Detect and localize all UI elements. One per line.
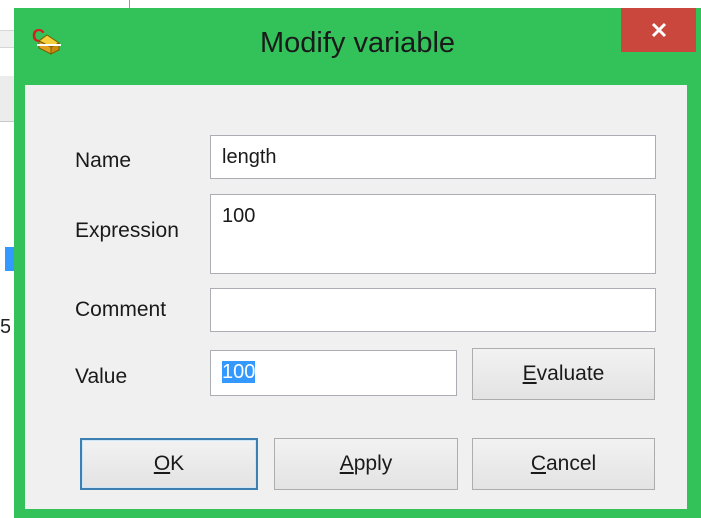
comment-label: Comment [75,298,167,321]
modify-variable-dialog: C Modify variable Name length Expression… [14,8,701,518]
value-field[interactable]: 100 [210,350,457,396]
expression-label: Expression [75,219,179,242]
apply-label: pply [353,452,393,475]
background-toolbar-strip [0,30,14,48]
title-bar[interactable]: C Modify variable [14,8,701,84]
background-partial-text: 5 [0,316,10,338]
background-panel-strip [0,76,14,122]
close-icon [651,22,666,38]
background-divider [129,0,130,8]
close-button[interactable] [621,8,696,52]
evaluate-button[interactable]: Evaluate [472,348,655,400]
ok-mnemonic: O [153,452,171,475]
cancel-mnemonic: C [530,452,546,475]
dialog-body: Name length Expression 100 Comment Value… [25,85,687,509]
name-label: Name [75,149,132,172]
evaluate-label: valuate [536,362,605,385]
dialog-title: Modify variable [259,27,456,59]
ok-label: K [170,452,185,475]
cancel-button[interactable]: Cancel [472,438,655,490]
apply-mnemonic: A [339,452,354,475]
name-field[interactable]: length [210,135,656,179]
background-selected-row [5,247,14,271]
value-selected-text: 100 [222,361,256,383]
comment-field[interactable] [210,288,656,332]
value-label: Value [75,365,128,388]
apply-button[interactable]: Apply [274,438,458,490]
evaluate-mnemonic: E [522,362,537,385]
cancel-label: ancel [545,452,597,475]
expression-field[interactable]: 100 [210,194,656,274]
ok-button[interactable]: OK [80,438,258,490]
